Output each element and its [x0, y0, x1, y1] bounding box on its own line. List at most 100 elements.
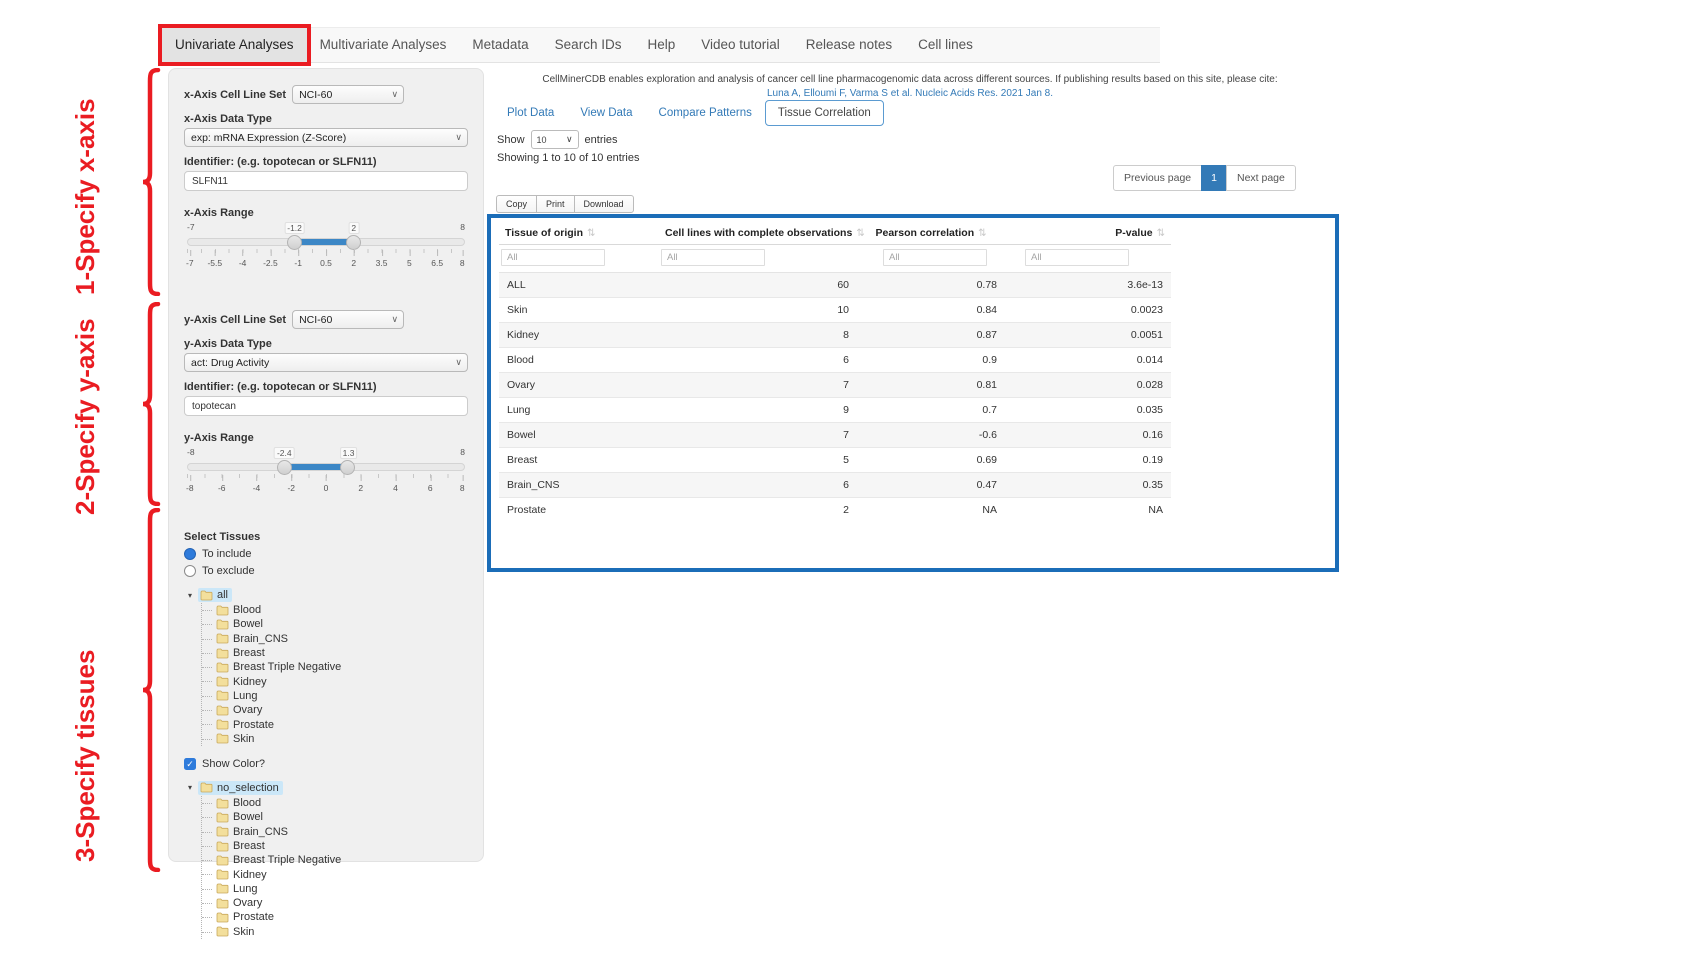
x-data-type-select[interactable]: exp: mRNA Expression (Z-Score) ∨	[184, 128, 468, 147]
tab-tissue-correlation[interactable]: Tissue Correlation	[765, 100, 884, 126]
nav-help[interactable]: Help	[634, 28, 688, 62]
col-header-cell-lines[interactable]: Cell lines with complete observations⇅	[659, 220, 857, 245]
filter-cell-lines-input[interactable]	[661, 249, 765, 266]
select-tissues-label: Select Tissues	[184, 531, 468, 543]
nav-search-ids[interactable]: Search IDs	[542, 28, 635, 62]
tree-item[interactable]: Breast	[202, 839, 468, 853]
x-cell-line-set-label: x-Axis Cell Line Set	[184, 89, 286, 101]
print-button[interactable]: Print	[536, 195, 575, 213]
tree-item[interactable]: Prostate	[202, 910, 468, 924]
tree-item[interactable]: Skin	[202, 925, 468, 939]
tree-item[interactable]: Blood	[202, 796, 468, 810]
slider-track[interactable]	[187, 463, 465, 471]
caret-down-icon[interactable]: ▾	[185, 783, 195, 792]
caret-down-icon[interactable]: ▾	[185, 591, 195, 600]
nav-univariate-analyses[interactable]: Univariate Analyses	[162, 28, 307, 62]
table-row[interactable]: Lung90.70.035	[499, 398, 1171, 423]
y-axis-range-slider[interactable]: -8 8 -2.4 1.3 -8 -6 -4 -2 0 2 4 6 8	[187, 447, 465, 505]
slider-handle-high[interactable]	[340, 460, 355, 475]
tree-item[interactable]: Lung	[202, 689, 468, 703]
tab-view-data[interactable]: View Data	[567, 101, 645, 125]
tree-item[interactable]: Kidney	[202, 867, 468, 881]
tab-compare-patterns[interactable]: Compare Patterns	[646, 101, 765, 125]
radio-to-include[interactable]: To include	[184, 548, 468, 560]
filter-pvalue-input[interactable]	[1025, 249, 1129, 266]
tree-item[interactable]: Lung	[202, 882, 468, 896]
tree-item[interactable]: Bowel	[202, 810, 468, 824]
folder-icon	[216, 912, 229, 923]
y-range-label: y-Axis Range	[184, 432, 468, 444]
table-row[interactable]: ALL600.783.6e-13	[499, 273, 1171, 298]
tree-item[interactable]: Prostate	[202, 717, 468, 731]
y-cell-line-set-select[interactable]: NCI-60 ∨	[292, 310, 404, 329]
download-button[interactable]: Download	[574, 195, 634, 213]
previous-page-button[interactable]: Previous page	[1113, 165, 1202, 191]
sort-icon[interactable]: ⇅	[978, 228, 986, 239]
col-header-pvalue[interactable]: P-value⇅	[1005, 220, 1171, 245]
slider-track[interactable]	[187, 238, 465, 246]
tree-item[interactable]: Ovary	[202, 703, 468, 717]
page-1-button[interactable]: 1	[1201, 165, 1227, 191]
y-data-type-select[interactable]: act: Drug Activity ∨	[184, 353, 468, 372]
y-cell-line-set-label: y-Axis Cell Line Set	[184, 314, 286, 326]
tree-item[interactable]: Blood	[202, 603, 468, 617]
filter-tissue-input[interactable]	[501, 249, 605, 266]
sort-icon[interactable]: ⇅	[856, 228, 864, 239]
folder-icon	[216, 705, 229, 716]
sidebar-panel: x-Axis Cell Line Set NCI-60 ∨ x-Axis Dat…	[168, 68, 484, 862]
chevron-down-icon: ∨	[566, 134, 573, 145]
slider-value-low: -2.4	[274, 447, 295, 459]
tree-root-no-selection[interactable]: ▾ no_selection	[185, 780, 468, 796]
folder-icon	[216, 812, 229, 823]
cellminercdb-page: 1-Specify x-axis 2-Specify y-axis 3-Spec…	[0, 0, 1700, 956]
showing-entries-text: Showing 1 to 10 of 10 entries	[497, 152, 639, 164]
nav-multivariate-analyses[interactable]: Multivariate Analyses	[307, 28, 460, 62]
x-cell-line-set-select[interactable]: NCI-60 ∨	[292, 85, 404, 104]
copy-button[interactable]: Copy	[496, 195, 537, 213]
nav-metadata[interactable]: Metadata	[459, 28, 541, 62]
nav-video-tutorial[interactable]: Video tutorial	[688, 28, 793, 62]
tree-item[interactable]: Kidney	[202, 674, 468, 688]
x-range-label: x-Axis Range	[184, 207, 468, 219]
nav-cell-lines[interactable]: Cell lines	[905, 28, 986, 62]
table-row[interactable]: Ovary70.810.028	[499, 373, 1171, 398]
x-axis-range-slider[interactable]: -7 8 -1.2 2 -7 -5.5 -4 -2.5 -1 0.5 2 3.5…	[187, 222, 465, 280]
radio-to-exclude[interactable]: To exclude	[184, 565, 468, 577]
table-row[interactable]: Prostate2NANA	[499, 498, 1171, 523]
slider-handle-low[interactable]	[277, 460, 292, 475]
x-identifier-input[interactable]	[184, 171, 468, 191]
filter-pearson-input[interactable]	[883, 249, 987, 266]
tree-item[interactable]: Bowel	[202, 617, 468, 631]
radio-unselected-icon	[184, 565, 196, 577]
tree-item[interactable]: Skin	[202, 732, 468, 746]
tree-item[interactable]: Breast	[202, 646, 468, 660]
col-header-pearson[interactable]: Pearson correlation⇅	[857, 220, 1005, 245]
slider-tick-labels: -7 -5.5 -4 -2.5 -1 0.5 2 3.5 5 6.5 8	[187, 258, 465, 270]
tree-item[interactable]: Brain_CNS	[202, 825, 468, 839]
show-color-checkbox[interactable]: ✓ Show Color?	[184, 758, 468, 770]
table-row[interactable]: Blood60.90.014	[499, 348, 1171, 373]
tree-item[interactable]: Breast Triple Negative	[202, 660, 468, 674]
slider-handle-high[interactable]	[346, 235, 361, 250]
table-row[interactable]: Kidney80.870.0051	[499, 323, 1171, 348]
entries-count-select[interactable]: 10 ∨	[531, 130, 579, 149]
col-header-tissue[interactable]: Tissue of origin⇅	[499, 220, 659, 245]
sort-icon[interactable]: ⇅	[587, 228, 595, 239]
nav-release-notes[interactable]: Release notes	[793, 28, 905, 62]
tree-item[interactable]: Brain_CNS	[202, 632, 468, 646]
checkbox-checked-icon: ✓	[184, 758, 196, 770]
y-identifier-input[interactable]	[184, 396, 468, 416]
tree-item[interactable]: Breast Triple Negative	[202, 853, 468, 867]
next-page-button[interactable]: Next page	[1226, 165, 1296, 191]
table-row[interactable]: Brain_CNS60.470.35	[499, 473, 1171, 498]
slider-handle-low[interactable]	[287, 235, 302, 250]
tree-root-all[interactable]: ▾ all	[185, 587, 468, 603]
sort-icon[interactable]: ⇅	[1157, 228, 1165, 239]
citation-link[interactable]: Luna A, Elloumi F, Varma S et al. Nuclei…	[767, 88, 1053, 99]
tree-item[interactable]: Ovary	[202, 896, 468, 910]
table-row[interactable]: Skin100.840.0023	[499, 298, 1171, 323]
annotation-step2: 2-Specify y-axis	[70, 318, 100, 515]
table-row[interactable]: Bowel7-0.60.16	[499, 423, 1171, 448]
tab-plot-data[interactable]: Plot Data	[494, 101, 567, 125]
table-row[interactable]: Breast50.690.19	[499, 448, 1171, 473]
